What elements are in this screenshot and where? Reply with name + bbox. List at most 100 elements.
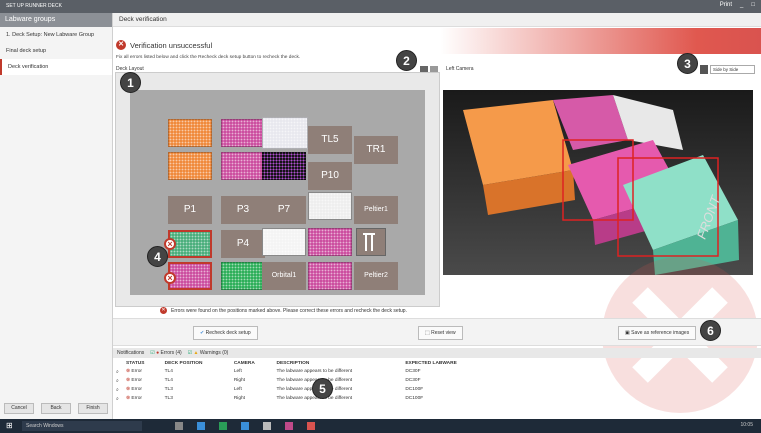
windows-start-icon[interactable]: ⊞	[6, 421, 13, 430]
column-header-description[interactable]: DESCRIPTION	[274, 360, 403, 367]
warning-icon: ▲	[193, 350, 199, 356]
error-icon: ⊗	[126, 396, 131, 401]
table-row[interactable]: ⌕ ⊗ Error TL4 Left The labware appears t…	[113, 367, 493, 376]
error-banner-gradient	[440, 28, 761, 54]
deck-position-p4[interactable]: P4	[221, 230, 265, 258]
save-reference-label: Save as reference images	[631, 330, 690, 336]
app-icon[interactable]	[263, 422, 271, 430]
plate-grey[interactable]	[308, 192, 352, 220]
rack-holder[interactable]	[356, 228, 386, 256]
app-icon[interactable]	[241, 422, 249, 430]
plate-white-2[interactable]	[262, 228, 306, 256]
save-reference-button[interactable]: ▣ Save as reference images	[618, 326, 697, 340]
column-header-status[interactable]: STATUS	[123, 360, 162, 367]
callout-4: 4	[147, 246, 168, 267]
row-position: TL4	[164, 369, 173, 374]
window-title: SET UP RUNNER DECK	[6, 3, 62, 9]
column-header-expected-labware[interactable]: EXPECTED LABWARE	[402, 360, 493, 367]
locate-icon[interactable]: ⌕	[113, 367, 123, 376]
errors-count: Errors (4)	[160, 350, 182, 356]
camera-image: FRONT	[443, 90, 753, 275]
back-button[interactable]: Back	[41, 403, 71, 414]
deck-error-message-text: Errors were found on the positions marke…	[171, 307, 407, 314]
table-row[interactable]: ⌕ ⊗ Error TL3 Right The labware appears …	[113, 394, 493, 403]
camera-view: FRONT	[443, 90, 753, 275]
errors-filter[interactable]: ☑ ● Errors (4)	[150, 350, 181, 356]
warnings-count: Warnings (0)	[199, 350, 229, 356]
maximize-button[interactable]: □	[751, 2, 755, 8]
row-status: Error	[131, 369, 143, 374]
deck-error-message: ✕ Errors were found on the positions mar…	[160, 307, 407, 314]
table-row[interactable]: ⌕ ⊗ Error TL3 Left The labware appears t…	[113, 385, 493, 394]
taskbar: ⊞ Search Windows 10:05	[0, 419, 761, 433]
plate-black[interactable]	[262, 152, 306, 180]
clock[interactable]: 10:05	[740, 422, 753, 428]
deck-position-p10[interactable]: P10	[308, 162, 352, 190]
print-button[interactable]: Print	[720, 2, 732, 8]
table-row[interactable]: ⌕ ⊗ Error TL4 Right The labware appears …	[113, 376, 493, 385]
plate-pink[interactable]	[221, 119, 265, 147]
taskbar-search[interactable]: Search Windows	[22, 421, 142, 431]
column-header-deck-position[interactable]: DECK POSITION	[162, 360, 231, 367]
checkbox-icon: ☑	[150, 350, 155, 356]
deck-position-p1[interactable]: P1	[168, 196, 212, 224]
minimize-button[interactable]: _	[740, 2, 743, 8]
row-camera: Right	[233, 396, 246, 401]
deck-position-peltier2[interactable]: Peltier2	[354, 262, 398, 290]
callout-1: 1	[120, 72, 141, 93]
camera-label: Left Camera	[446, 66, 474, 72]
plate-orange-2[interactable]	[168, 152, 212, 180]
view-mode-icon[interactable]	[700, 65, 708, 74]
app-icon[interactable]	[285, 422, 293, 430]
plate-pink-2[interactable]	[221, 152, 265, 180]
task-view-icon[interactable]	[175, 422, 183, 430]
app-icon[interactable]	[219, 422, 227, 430]
cancel-button[interactable]: Cancel	[4, 403, 34, 414]
app-icon[interactable]	[197, 422, 205, 430]
finish-button[interactable]: Finish	[78, 403, 108, 414]
row-camera: Right	[233, 378, 246, 383]
plate-pink-4[interactable]	[308, 262, 352, 290]
locate-icon[interactable]: ⌕	[113, 394, 123, 403]
row-expected: DC30F	[405, 378, 421, 383]
row-position: TL4	[164, 378, 173, 383]
error-title: ✕ Verification unsuccessful	[116, 40, 212, 50]
deck-position-p3[interactable]: P3	[221, 196, 265, 224]
plate-white[interactable]	[262, 117, 308, 149]
reset-view-button[interactable]: ⬚ Reset view	[418, 326, 463, 340]
locate-icon[interactable]: ⌕	[113, 376, 123, 385]
row-camera: Left	[233, 387, 242, 392]
row-description: The labware appears to be different	[276, 378, 353, 383]
app-icon[interactable]	[307, 422, 315, 430]
warnings-filter[interactable]: ☑ ▲ Warnings (0)	[188, 350, 229, 356]
sidebar-item-deck-setup[interactable]: 1. Deck Setup: New Labware Group	[0, 27, 112, 43]
callout-3: 3	[677, 53, 698, 74]
callout-5: 5	[312, 378, 333, 399]
check-icon: ✔	[200, 330, 205, 336]
row-status: Error	[131, 396, 143, 401]
view-mode-select[interactable]: Side by Side	[710, 65, 755, 74]
deck-position-peltier1[interactable]: Peltier1	[354, 196, 398, 224]
callout-2: 2	[396, 50, 417, 71]
notifications-label: Notifications	[117, 350, 145, 356]
row-status: Error	[131, 387, 143, 392]
row-expected: DC30F	[405, 369, 421, 374]
page-title: Deck verification	[113, 13, 761, 27]
plate-orange[interactable]	[168, 119, 212, 147]
sidebar-item-final-deck-setup[interactable]: Final deck setup	[0, 43, 112, 59]
table-header-row: STATUS DECK POSITION CAMERA DESCRIPTION …	[113, 360, 493, 367]
error-icon: ✕	[116, 40, 126, 50]
sidebar-item-deck-verification[interactable]: Deck verification	[0, 59, 112, 75]
deck-position-p7[interactable]: P7	[262, 196, 306, 224]
deck-position-tl5[interactable]: TL5	[308, 126, 352, 154]
plate-pink-3[interactable]	[308, 228, 352, 256]
recheck-deck-label: Recheck deck setup	[205, 330, 251, 336]
recheck-deck-button[interactable]: ✔ Recheck deck setup	[193, 326, 258, 340]
row-description: The labware appears to be different	[276, 369, 353, 374]
error-marker-icon: ×	[164, 238, 176, 250]
deck-position-orbital1[interactable]: Orbital1	[262, 262, 306, 290]
plate-green[interactable]	[221, 262, 265, 290]
deck-position-tr1[interactable]: TR1	[354, 136, 398, 164]
locate-icon[interactable]: ⌕	[113, 385, 123, 394]
column-header-camera[interactable]: CAMERA	[231, 360, 274, 367]
